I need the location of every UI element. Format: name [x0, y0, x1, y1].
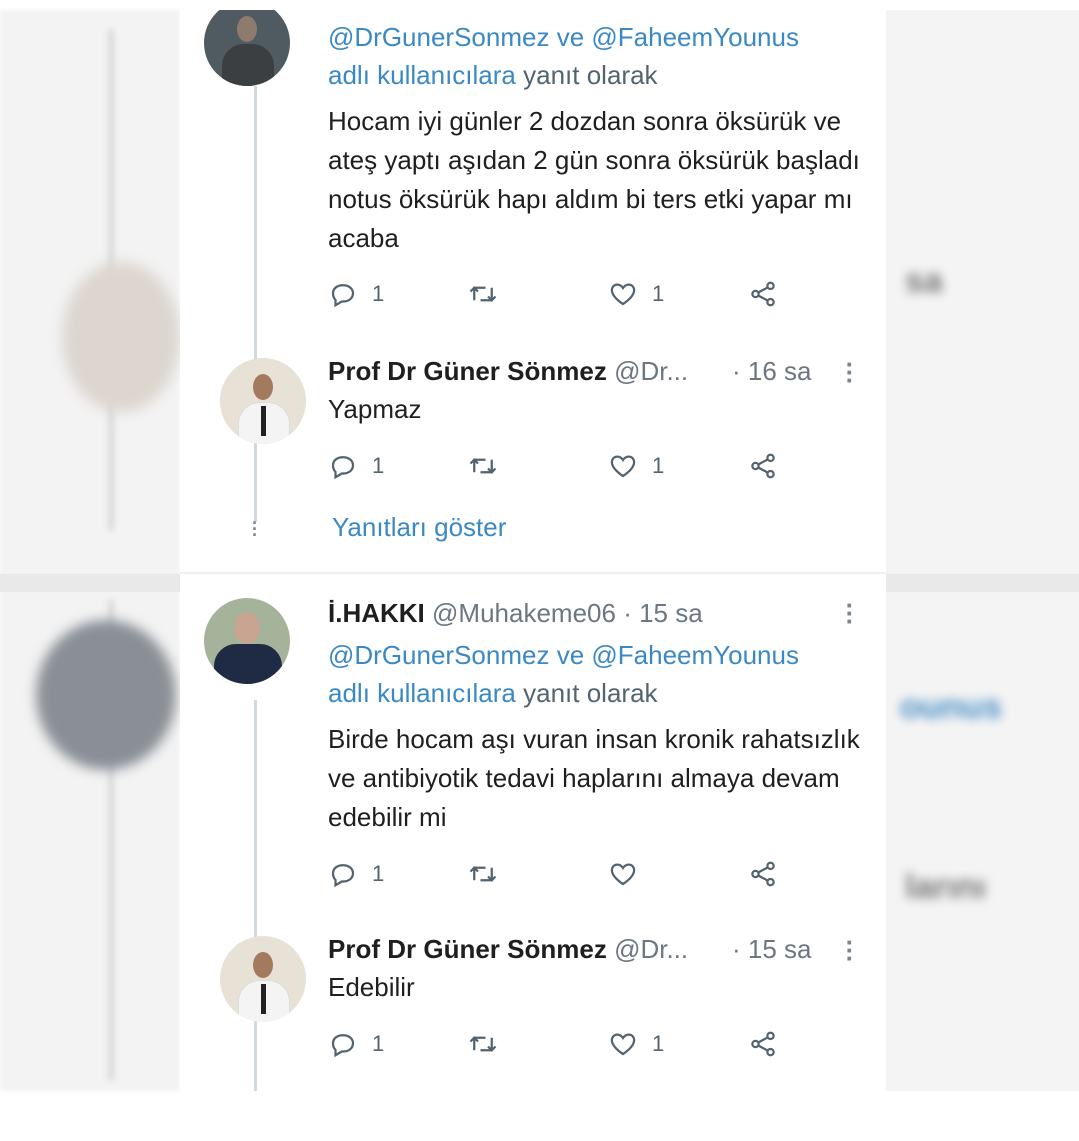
tweet-actions: 1 1: [328, 276, 788, 312]
reply-to-suffix: yanıt olarak: [523, 678, 658, 708]
tweet-actions: 1 1: [328, 1026, 788, 1062]
thread-ellipsis-icon: · · ·: [252, 513, 258, 545]
reply-button[interactable]: 1: [328, 448, 384, 484]
like-count: 1: [652, 281, 665, 306]
reply-count: 1: [372, 453, 385, 478]
tweet-actions: 1 1: [328, 448, 788, 484]
reply-count: 1: [372, 861, 385, 886]
reply-icon: [331, 1034, 355, 1058]
tweet-body: Birde hocam aşı vuran insan kronik rahat…: [328, 724, 860, 832]
author-handle[interactable]: @Dr...: [614, 934, 688, 964]
thread-line: [254, 86, 257, 522]
retweet-button[interactable]: [468, 856, 498, 892]
avatar[interactable]: [204, 10, 290, 86]
tweet-actions: 1: [328, 856, 788, 892]
retweet-icon: [469, 458, 497, 474]
reply-to-users-link[interactable]: adlı kullanıcılara: [328, 678, 516, 708]
tweet-header: İ.HAKKI @Muhakeme06 · 15 sa: [328, 598, 703, 629]
heart-icon: [610, 863, 636, 886]
show-replies-link[interactable]: Yanıtları göster: [332, 512, 506, 543]
reply-button[interactable]: 1: [328, 1026, 384, 1062]
heart-icon: [610, 283, 636, 306]
tweet-thread-panel: @DrGunerSonmez ve @FaheemYounus adlı kul…: [180, 10, 886, 1091]
retweet-button[interactable]: [468, 276, 498, 312]
retweet-icon: [469, 1036, 497, 1052]
reply-to-line: adlı kullanıcılara yanıt olarak: [328, 60, 658, 91]
author-name[interactable]: Prof Dr Güner Sönmez: [328, 356, 607, 386]
retweet-icon: [469, 286, 497, 302]
background-right-blur: [885, 10, 1079, 1091]
tweet-body: Edebilir: [328, 972, 415, 1002]
share-button[interactable]: [748, 856, 778, 892]
like-button[interactable]: [608, 856, 652, 892]
more-options-icon[interactable]: · · ·: [844, 592, 856, 634]
like-button[interactable]: 1: [608, 276, 664, 312]
heart-icon: [610, 1033, 636, 1056]
avatar[interactable]: [204, 598, 290, 684]
mention-links[interactable]: @DrGunerSonmez ve @FaheemYounus: [328, 640, 799, 670]
author-name[interactable]: İ.HAKKI: [328, 598, 425, 628]
avatar[interactable]: [220, 358, 306, 444]
share-icon: [751, 281, 775, 307]
heart-icon: [610, 455, 636, 478]
author-name[interactable]: Prof Dr Güner Sönmez: [328, 934, 607, 964]
like-button[interactable]: 1: [608, 448, 664, 484]
background-avatar: [36, 620, 176, 770]
thread-line: [254, 700, 257, 1091]
tweet-divider: [180, 572, 886, 574]
retweet-button[interactable]: [468, 448, 498, 484]
share-button[interactable]: [748, 1026, 778, 1062]
author-handle[interactable]: @Muhakeme06: [432, 598, 616, 628]
reply-to-mentions[interactable]: @DrGunerSonmez ve @FaheemYounus: [328, 640, 799, 671]
share-icon: [751, 861, 775, 887]
avatar[interactable]: [220, 936, 306, 1022]
reply-to-suffix: yanıt olarak: [523, 60, 658, 90]
reply-button[interactable]: 1: [328, 276, 384, 312]
tweet-header: Prof Dr Güner Sönmez @Dr...: [328, 356, 688, 387]
reply-button[interactable]: 1: [328, 856, 384, 892]
share-button[interactable]: [748, 448, 778, 484]
tweet-time[interactable]: · 15 sa: [732, 934, 812, 965]
share-button[interactable]: [748, 276, 778, 312]
share-icon: [751, 1031, 775, 1057]
reply-to-users-link[interactable]: adlı kullanıcılara: [328, 60, 516, 90]
retweet-button[interactable]: [468, 1026, 498, 1062]
tweet-time[interactable]: · 16 sa: [732, 356, 812, 387]
background-avatar: [62, 262, 180, 412]
more-options-icon[interactable]: · · ·: [844, 929, 856, 971]
reply-icon: [331, 456, 355, 480]
like-count: 1: [652, 453, 665, 478]
retweet-icon: [469, 866, 497, 882]
more-options-icon[interactable]: · · ·: [844, 351, 856, 393]
share-icon: [751, 453, 775, 479]
reply-count: 1: [372, 281, 385, 306]
tweet-time[interactable]: · 15 sa: [623, 598, 703, 628]
reply-to-mentions[interactable]: @DrGunerSonmez ve @FaheemYounus: [328, 22, 799, 53]
tweet-body: Yapmaz: [328, 394, 422, 424]
like-button[interactable]: 1: [608, 1026, 664, 1062]
reply-to-line: adlı kullanıcılara yanıt olarak: [328, 678, 658, 709]
background-mention-text: ounus: [900, 688, 1002, 726]
background-time-text: sa: [905, 262, 943, 300]
reply-icon: [331, 284, 355, 308]
background-left-blur: [0, 10, 180, 1091]
reply-count: 1: [372, 1031, 385, 1056]
background-body-text: larını: [905, 868, 987, 906]
mention-links[interactable]: @DrGunerSonmez ve @FaheemYounus: [328, 22, 799, 52]
reply-icon: [331, 864, 355, 888]
author-handle[interactable]: @Dr...: [614, 356, 688, 386]
tweet-header: Prof Dr Güner Sönmez @Dr...: [328, 934, 688, 965]
tweet-body: Hocam iyi günler 2 dozdan sonra öksürük …: [328, 106, 860, 253]
like-count: 1: [652, 1031, 665, 1056]
